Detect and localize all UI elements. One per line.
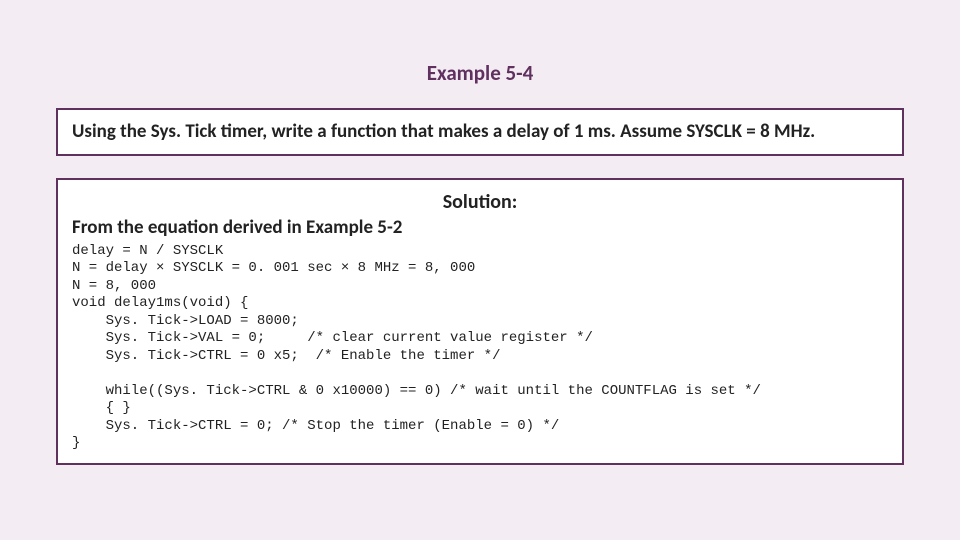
equation-reference: From the equation derived in Example 5-2: [72, 216, 888, 239]
prompt-box: Using the Sys. Tick timer, write a funct…: [56, 108, 904, 156]
solution-label: Solution:: [72, 190, 888, 214]
solution-code: delay = N / SYSCLK N = delay × SYSCLK = …: [72, 243, 888, 453]
page: Example 5-4 Using the Sys. Tick timer, w…: [0, 0, 960, 540]
solution-box: Solution: From the equation derived in E…: [56, 178, 904, 465]
prompt-text: Using the Sys. Tick timer, write a funct…: [72, 120, 888, 144]
example-title: Example 5-4: [56, 60, 904, 86]
